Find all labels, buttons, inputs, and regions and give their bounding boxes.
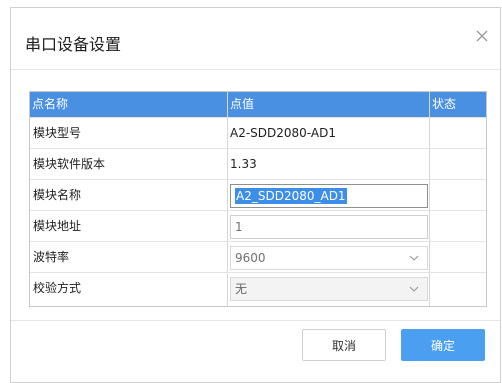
table-header: 点名称 点值 状态 xyxy=(30,92,486,117)
baud-rate-value: 9600 xyxy=(235,251,266,265)
module-address-input[interactable]: 1 xyxy=(230,215,428,239)
row-label: 模块名称 xyxy=(33,188,82,202)
row-label: 波特率 xyxy=(33,250,70,264)
chevron-down-icon xyxy=(409,255,419,261)
dialog-title: 串口设备设置 xyxy=(25,35,122,54)
serial-device-settings-dialog: 串口设备设置 点名称 点值 状态 模块型号 A2-SDD2080-AD1 模块软… xyxy=(10,7,501,383)
row-label: 模块型号 xyxy=(33,126,82,140)
parity-select[interactable]: 无 xyxy=(230,277,428,301)
ok-button[interactable]: 确定 xyxy=(401,329,485,361)
header-divider xyxy=(11,69,500,70)
row-label: 模块软件版本 xyxy=(33,157,106,171)
header-status: 状态 xyxy=(432,97,457,111)
footer-divider xyxy=(11,320,500,321)
chevron-down-icon xyxy=(409,286,419,292)
header-value: 点值 xyxy=(230,97,255,111)
software-version-value: 1.33 xyxy=(230,157,257,171)
table-row: 模块名称 A2_SDD2080_AD1 xyxy=(30,179,486,210)
table-row: 模块软件版本 1.33 xyxy=(30,148,486,179)
settings-table: 点名称 点值 状态 模块型号 A2-SDD2080-AD1 模块软件版本 1.3… xyxy=(29,91,487,307)
module-model-value: A2-SDD2080-AD1 xyxy=(230,126,336,140)
row-label: 模块地址 xyxy=(33,219,82,233)
cancel-button[interactable]: 取消 xyxy=(302,329,386,361)
row-label: 校验方式 xyxy=(33,281,82,295)
table-row: 模块地址 1 xyxy=(30,210,486,241)
table-row: 校验方式 无 xyxy=(30,272,486,303)
parity-value: 无 xyxy=(235,282,248,296)
table-row: 模块型号 A2-SDD2080-AD1 xyxy=(30,117,486,148)
module-name-selected-text: A2_SDD2080_AD1 xyxy=(235,188,347,204)
baud-rate-select[interactable]: 9600 xyxy=(230,246,428,270)
table-row: 波特率 9600 xyxy=(30,241,486,272)
header-name: 点名称 xyxy=(32,97,69,111)
module-name-input[interactable]: A2_SDD2080_AD1 xyxy=(230,184,428,208)
close-icon[interactable] xyxy=(474,28,490,44)
